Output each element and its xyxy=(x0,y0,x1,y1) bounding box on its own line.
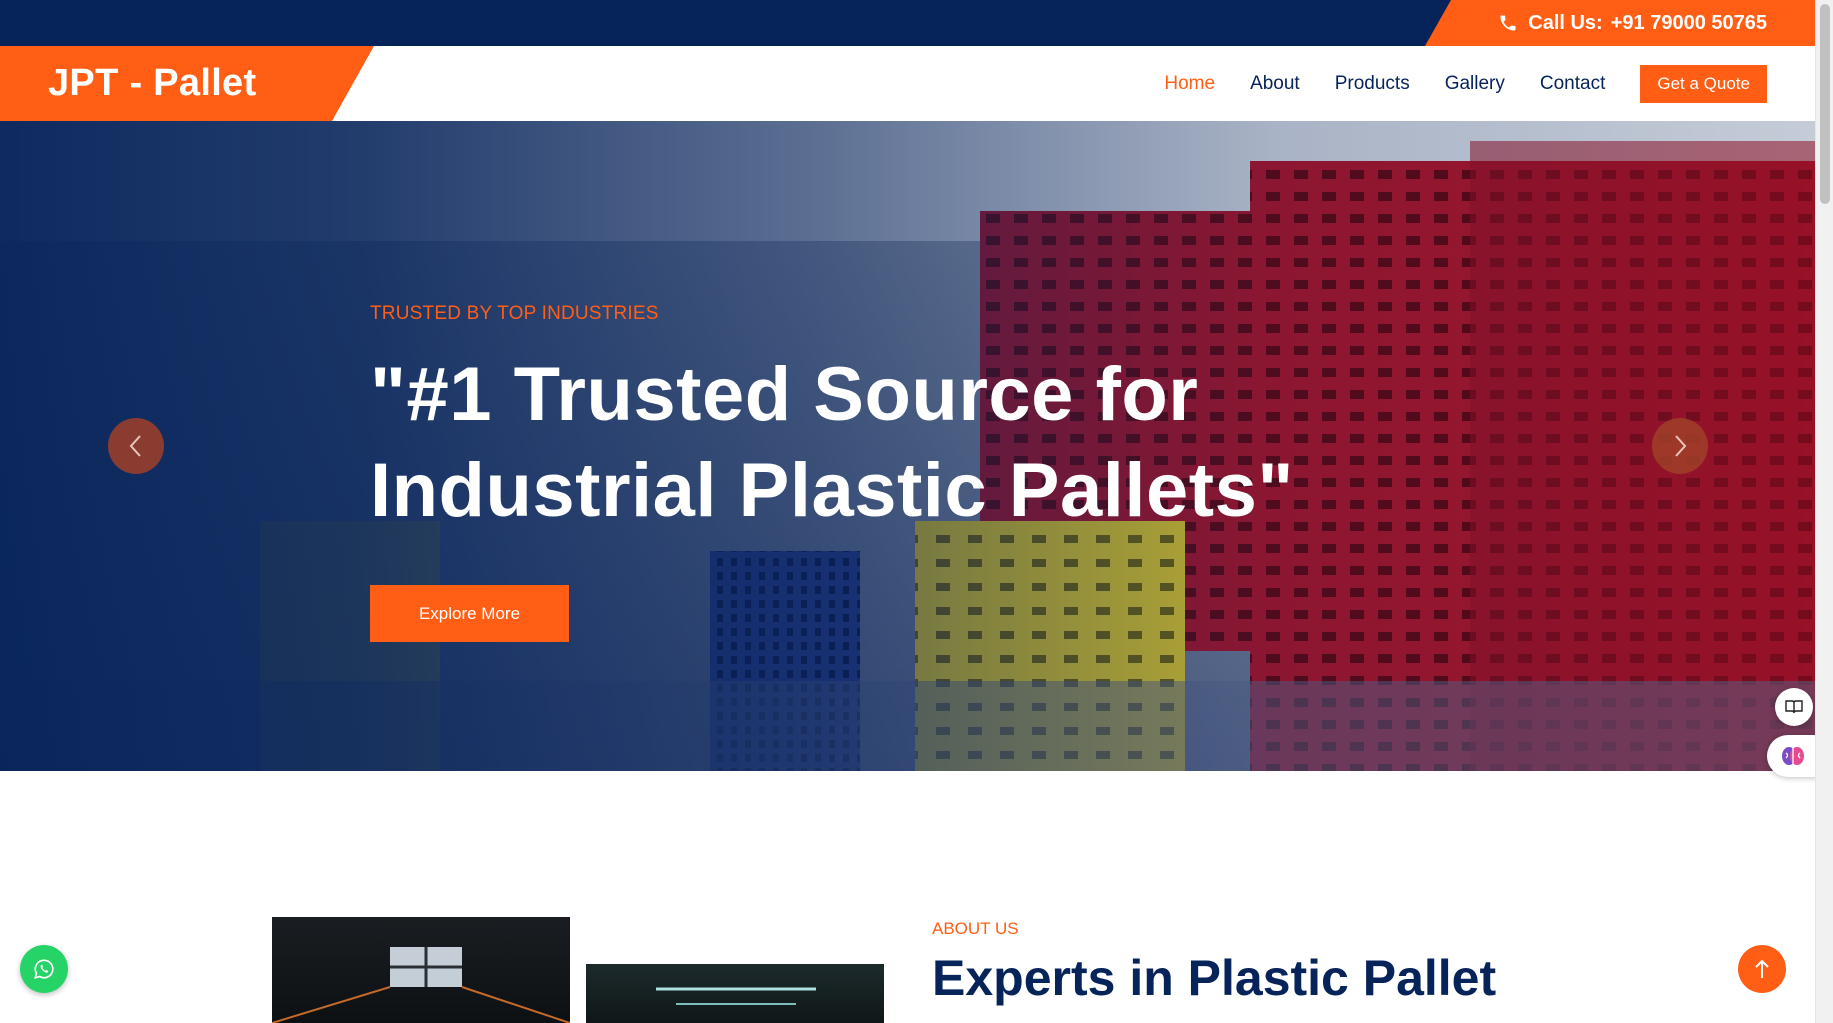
arrow-up-icon xyxy=(1755,959,1769,978)
whatsapp-icon xyxy=(34,959,54,979)
main-nav: Home About Products Gallery Contact Get … xyxy=(1129,46,1767,121)
nav-home[interactable]: Home xyxy=(1164,73,1215,95)
navbar: JPT - Pallet Home About Products Gallery… xyxy=(0,46,1815,121)
carousel-next-button[interactable] xyxy=(1652,418,1708,474)
phone-number[interactable]: +91 79000 50765 xyxy=(1611,12,1767,35)
hero-title-line-1: "#1 Trusted Source for xyxy=(370,352,1199,437)
explore-more-button[interactable]: Explore More xyxy=(370,585,569,642)
about-image-warehouse-2 xyxy=(586,964,884,1023)
nav-contact[interactable]: Contact xyxy=(1540,73,1605,95)
brand-logo[interactable]: JPT - Pallet xyxy=(0,46,374,121)
about-image-warehouse-1 xyxy=(272,917,570,1023)
top-bar: Call Us: +91 79000 50765 xyxy=(0,0,1815,46)
hero-tagline: TRUSTED BY TOP INDUSTRIES xyxy=(370,303,659,324)
get-quote-button[interactable]: Get a Quote xyxy=(1640,64,1767,103)
hero-carousel: TRUSTED BY TOP INDUSTRIES "#1 Trusted So… xyxy=(0,121,1815,771)
call-us-box[interactable]: Call Us: +91 79000 50765 xyxy=(1425,0,1815,46)
back-to-top-button[interactable] xyxy=(1738,945,1786,993)
chevron-left-icon xyxy=(129,435,141,457)
call-label: Call Us: xyxy=(1528,11,1603,34)
nav-products[interactable]: Products xyxy=(1335,73,1410,95)
nav-gallery[interactable]: Gallery xyxy=(1445,73,1505,95)
nav-about[interactable]: About xyxy=(1250,73,1300,95)
hero-title-line-2: Industrial Plastic Pallets" xyxy=(370,448,1294,533)
ai-assistant-button[interactable] xyxy=(1767,735,1819,777)
whatsapp-button[interactable] xyxy=(20,945,68,993)
scrollbar-thumb[interactable] xyxy=(1820,4,1830,204)
hero-title: "#1 Trusted Source for Industrial Plasti… xyxy=(370,347,1470,539)
about-tag: ABOUT US xyxy=(932,919,1019,938)
phone-icon xyxy=(1498,13,1518,33)
chevron-right-icon xyxy=(1675,435,1687,457)
about-title: Experts in Plastic Pallet xyxy=(932,950,1497,1006)
page-scrollbar[interactable] xyxy=(1815,0,1833,1023)
reader-mode-button[interactable] xyxy=(1775,688,1813,726)
book-icon xyxy=(1785,700,1803,714)
carousel-prev-button[interactable] xyxy=(108,418,164,474)
brain-icon xyxy=(1782,747,1804,765)
